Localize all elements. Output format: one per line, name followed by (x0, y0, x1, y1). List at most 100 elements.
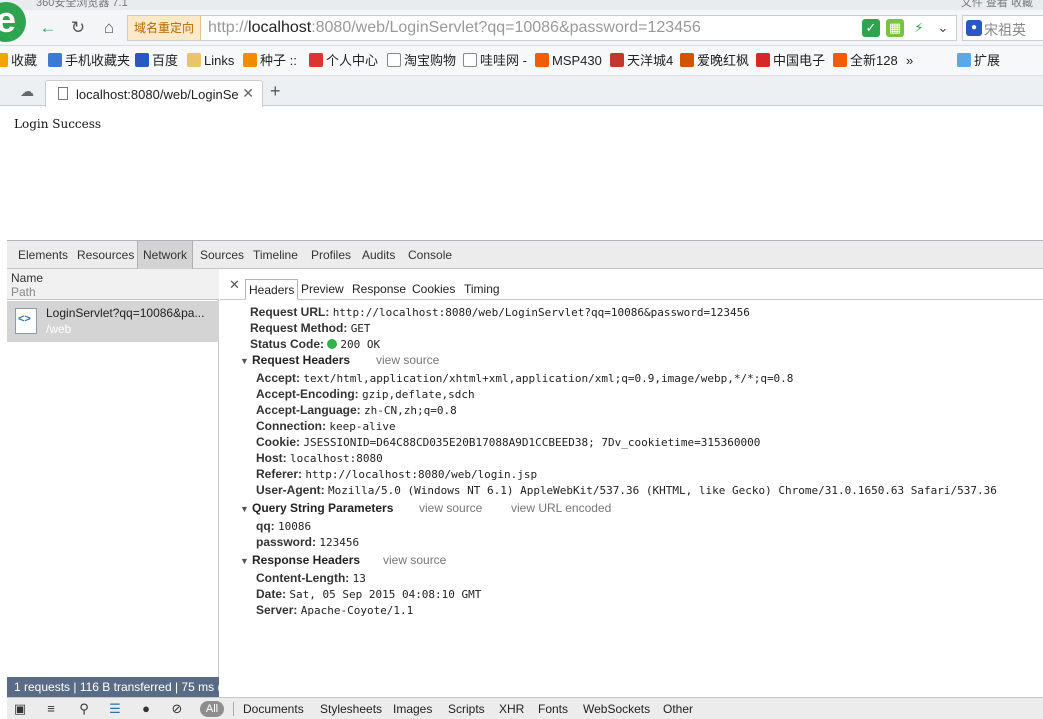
request-name[interactable]: LoginServlet?qq=10086&pa... (46, 306, 214, 320)
bookmark-item[interactable]: Links (187, 53, 234, 69)
request-header-row: Accept-Language: zh-CN,zh;q=0.8 (256, 403, 457, 417)
filter-stylesheets[interactable]: Stylesheets (320, 701, 382, 717)
filter-fonts[interactable]: Fonts (538, 701, 568, 717)
search-icon[interactable]: ⚲ (75, 701, 93, 717)
search-box[interactable]: ● 宋祖英 (962, 15, 1043, 41)
taobao-icon (535, 53, 549, 67)
filter-other[interactable]: Other (663, 701, 693, 717)
view-url-encoded-link[interactable]: view URL encoded (511, 500, 611, 516)
dock-icon[interactable]: ▣ (11, 701, 29, 717)
filter-all[interactable]: All (200, 701, 224, 717)
bookmark-label: 手机收藏夹 (65, 53, 131, 68)
request-headers-section[interactable]: ▼ Request Headers (240, 352, 350, 369)
query-param-row: password: 123456 (256, 535, 360, 549)
tab-bar: ☁ localhost:8080/web/LoginSe ✕ + (0, 76, 1043, 107)
home-icon[interactable]: ⌂ (97, 16, 121, 40)
close-icon[interactable]: ✕ (229, 277, 240, 293)
tab-localhost[interactable]: localhost:8080/web/LoginSe ✕ (45, 80, 263, 107)
bookmark-item[interactable]: 中国电子 (756, 53, 825, 69)
triangle-down-icon[interactable]: ▼ (240, 501, 252, 517)
bookmark-item[interactable]: 手机收藏夹 (48, 53, 130, 69)
baidu-paw-icon[interactable]: ● (966, 20, 982, 36)
status-code-row: Status Code: 200 OK (250, 337, 381, 351)
column-path[interactable]: Path (11, 285, 36, 299)
clear-icon[interactable]: ⊘ (168, 701, 186, 717)
address-url[interactable]: http://localhost:8080/web/LoginServlet?q… (208, 16, 701, 40)
divider (233, 702, 234, 716)
bookmark-label: 百度 (152, 53, 179, 68)
console-drawer-icon[interactable]: ≡ (42, 701, 60, 717)
tab-timeline[interactable]: Timeline (248, 241, 303, 269)
tab-network[interactable]: Network (137, 241, 194, 269)
view-source-link[interactable]: view source (383, 552, 446, 568)
bookmarks-bar: 收藏 手机收藏夹 百度 Links 种子 :: 个人中心 淘宝购物 哇哇网 - MSP430 天洋… (0, 46, 1043, 76)
tab-elements[interactable]: Elements (13, 241, 73, 269)
request-header-row: Accept-Encoding: gzip,deflate,sdch (256, 387, 475, 401)
tab-sources[interactable]: Sources (195, 241, 249, 269)
devtools-panel: Elements Resources Network Sources Timel… (7, 240, 1043, 719)
redirect-badge[interactable]: 域名重定向 (128, 16, 202, 40)
query-string-section[interactable]: ▼ Query String Parameters (240, 500, 393, 517)
tab-profiles[interactable]: Profiles (306, 241, 356, 269)
filter-images[interactable]: Images (393, 701, 432, 717)
bookmark-item[interactable]: 个人中心 (309, 53, 378, 69)
tab-response[interactable]: Response (349, 279, 409, 299)
bookmark-item[interactable]: 收藏 (0, 53, 37, 69)
address-bar[interactable]: 域名重定向 http://localhost:8080/web/LoginSer… (127, 15, 957, 41)
tab-timing[interactable]: Timing (461, 279, 503, 299)
triangle-down-icon[interactable]: ▼ (240, 353, 252, 369)
qrcode-icon[interactable]: ▦ (886, 19, 904, 37)
shield-icon[interactable]: ✓ (862, 19, 880, 37)
tab-console[interactable]: Console (403, 241, 457, 269)
view-source-link[interactable]: view source (419, 500, 482, 516)
request-row[interactable]: <> LoginServlet?qq=10086&pa... /web (7, 301, 219, 342)
tab-cookies[interactable]: Cookies (409, 279, 458, 299)
back-arrow-icon[interactable]: ← (36, 16, 60, 40)
bookmark-item[interactable]: 哇哇网 - (463, 53, 527, 69)
list-view-icon[interactable]: ☰ (106, 701, 124, 717)
tab-audits[interactable]: Audits (357, 241, 400, 269)
bookmark-item[interactable]: 淘宝购物 (387, 53, 456, 69)
triangle-down-icon[interactable]: ▼ (240, 553, 252, 569)
bookmark-item[interactable]: MSP430 (535, 53, 602, 69)
filter-scripts[interactable]: Scripts (448, 701, 485, 717)
chevron-down-icon[interactable]: ⌄ (934, 19, 952, 37)
tab-headers[interactable]: Headers (245, 279, 299, 300)
bookmark-item[interactable]: 全新128 (833, 53, 898, 69)
cloud-icon[interactable]: ☁ (18, 83, 36, 99)
window-menu[interactable]: 文件 查看 收藏 (961, 0, 1033, 10)
baidu-icon (135, 53, 149, 67)
bookmark-item[interactable]: 天洋城4 (610, 53, 673, 69)
search-input[interactable]: 宋祖英 (984, 20, 1026, 40)
new-tab-button[interactable]: + (270, 81, 281, 102)
devtools-status-bar: ▣ ≡ ⚲ ☰ ● ⊘ All Documents Stylesheets Im… (7, 697, 1043, 719)
filter-documents[interactable]: Documents (243, 701, 304, 717)
response-headers-section[interactable]: ▼ Response Headers (240, 552, 360, 569)
record-icon[interactable]: ● (137, 701, 155, 717)
bookmark-item[interactable]: 百度 (135, 53, 178, 69)
view-source-link[interactable]: view source (376, 352, 439, 368)
filter-websockets[interactable]: WebSockets (583, 701, 650, 717)
column-name[interactable]: Name (11, 271, 43, 285)
status-ok-icon (327, 339, 338, 349)
filter-xhr[interactable]: XHR (499, 701, 524, 717)
reload-icon[interactable]: ↻ (66, 16, 90, 40)
request-header-row: Accept: text/html,application/xhtml+xml,… (256, 371, 794, 385)
detail-tabs: ✕ Headers Preview Response Cookies Timin… (220, 269, 1043, 300)
tab-resources[interactable]: Resources (72, 241, 139, 269)
request-list-header[interactable]: Name Path (7, 269, 219, 300)
request-url-row: Request URL: http://localhost:8080/web/L… (250, 305, 750, 319)
bookmark-item[interactable]: 种子 :: (243, 53, 297, 69)
bookmark-item[interactable]: 扩展 (957, 53, 1000, 69)
bookmark-label: 天洋城4 (627, 53, 674, 68)
bookmark-label: » (906, 53, 914, 68)
bookmark-item[interactable]: 爱晚红枫 (680, 53, 749, 69)
folder-icon (187, 53, 201, 67)
lightning-icon[interactable]: ⚡ (910, 19, 928, 37)
login-message: Login Success (14, 117, 102, 131)
close-icon[interactable]: ✕ (242, 85, 254, 102)
document-icon: <> (15, 308, 37, 334)
bookmark-label: 扩展 (974, 53, 1001, 68)
tab-preview[interactable]: Preview (298, 279, 347, 299)
bookmark-item[interactable]: » (906, 53, 913, 69)
